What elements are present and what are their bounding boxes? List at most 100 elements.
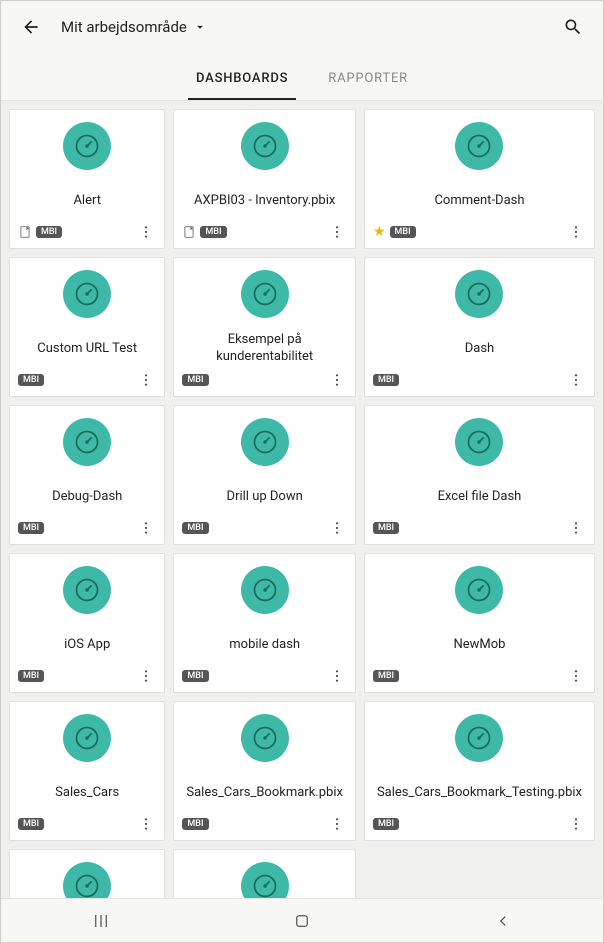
recents-button[interactable] bbox=[71, 906, 131, 936]
card-more-button[interactable] bbox=[327, 666, 347, 686]
gauge-icon bbox=[73, 280, 101, 308]
workspace-selector[interactable]: Mit arbejdsområde bbox=[61, 18, 207, 36]
card-footer: MBI bbox=[182, 810, 347, 834]
dashboard-card[interactable]: Eksempel på kunderentabilitetMBI bbox=[173, 257, 356, 397]
dashboard-card[interactable]: Debug-DashMBI bbox=[9, 405, 165, 545]
footer-icons: MBI bbox=[373, 374, 399, 386]
more-vert-icon bbox=[138, 224, 154, 240]
card-footer: MBI bbox=[373, 810, 586, 834]
card-more-button[interactable] bbox=[136, 666, 156, 686]
gauge-icon bbox=[73, 428, 101, 456]
footer-icons: MBI bbox=[18, 818, 44, 830]
footer-icons: MBI bbox=[18, 522, 44, 534]
mbi-badge: MBI bbox=[18, 670, 44, 682]
card-more-button[interactable] bbox=[136, 222, 156, 242]
mbi-badge: MBI bbox=[182, 670, 208, 682]
card-more-button[interactable] bbox=[136, 814, 156, 834]
more-vert-icon bbox=[568, 520, 584, 536]
gauge-icon bbox=[251, 872, 279, 898]
dashboard-icon bbox=[455, 566, 503, 614]
dashboard-card[interactable]: Drill up DownMBI bbox=[173, 405, 356, 545]
tabs: DASHBOARDS RAPPORTER bbox=[1, 53, 603, 101]
dashboard-card[interactable] bbox=[9, 849, 165, 898]
more-vert-icon bbox=[568, 816, 584, 832]
mbi-badge: MBI bbox=[373, 818, 399, 830]
recents-icon bbox=[92, 912, 110, 930]
card-more-button[interactable] bbox=[566, 666, 586, 686]
dashboard-card[interactable] bbox=[173, 849, 356, 898]
card-more-button[interactable] bbox=[566, 518, 586, 538]
card-more-button[interactable] bbox=[566, 370, 586, 390]
card-more-button[interactable] bbox=[566, 814, 586, 834]
dashboard-icon bbox=[241, 270, 289, 318]
tab-dashboards[interactable]: DASHBOARDS bbox=[188, 61, 296, 100]
card-more-button[interactable] bbox=[327, 222, 347, 242]
card-footer: MBI bbox=[182, 514, 347, 538]
mobile-layout-icon bbox=[182, 225, 196, 239]
dashboard-card[interactable]: Alert MBI bbox=[9, 109, 165, 249]
dashboard-title: Custom URL Test bbox=[33, 332, 141, 366]
dashboard-icon bbox=[63, 418, 111, 466]
dashboard-card[interactable]: mobile dash MBI bbox=[173, 553, 356, 693]
dashboard-card[interactable]: Excel file DashMBI bbox=[364, 405, 595, 545]
gauge-icon bbox=[465, 724, 493, 752]
dashboard-title: Excel file Dash bbox=[434, 480, 526, 514]
dashboard-title: Drill up Down bbox=[223, 480, 307, 514]
back-button[interactable] bbox=[17, 13, 45, 41]
more-vert-icon bbox=[138, 668, 154, 684]
nav-back-button[interactable] bbox=[473, 906, 533, 936]
footer-icons: MBI bbox=[182, 374, 208, 386]
dashboard-icon bbox=[241, 714, 289, 762]
dashboard-icon bbox=[455, 714, 503, 762]
dashboard-icon bbox=[241, 862, 289, 898]
dashboard-icon bbox=[241, 418, 289, 466]
dashboard-card[interactable]: Sales_Cars_Bookmark.pbixMBI bbox=[173, 701, 356, 841]
card-more-button[interactable] bbox=[327, 518, 347, 538]
card-more-button[interactable] bbox=[327, 814, 347, 834]
dashboard-icon bbox=[455, 270, 503, 318]
dashboard-card[interactable]: iOS AppMBI bbox=[9, 553, 165, 693]
gauge-icon bbox=[251, 280, 279, 308]
footer-icons: ★MBI bbox=[373, 224, 416, 240]
dashboard-card[interactable]: Dash MBI bbox=[364, 257, 595, 397]
tab-reports[interactable]: RAPPORTER bbox=[320, 61, 416, 100]
card-footer: MBI bbox=[18, 662, 156, 686]
workspace-title: Mit arbejdsområde bbox=[61, 18, 187, 36]
more-vert-icon bbox=[568, 224, 584, 240]
mbi-badge: MBI bbox=[18, 818, 44, 830]
search-icon bbox=[563, 17, 583, 37]
dashboard-card[interactable]: AXPBI03 - Inventory.pbix MBI bbox=[173, 109, 356, 249]
search-button[interactable] bbox=[559, 13, 587, 41]
mbi-badge: MBI bbox=[390, 226, 416, 238]
dashboard-card[interactable]: NewMob MBI bbox=[364, 553, 595, 693]
card-more-button[interactable] bbox=[136, 370, 156, 390]
more-vert-icon bbox=[138, 816, 154, 832]
dashboard-title: Sales_Cars_Bookmark_Testing.pbix bbox=[373, 776, 586, 810]
mbi-badge: MBI bbox=[200, 226, 226, 238]
dashboard-card[interactable]: Sales_CarsMBI bbox=[9, 701, 165, 841]
dashboard-card[interactable]: Custom URL TestMBI bbox=[9, 257, 165, 397]
footer-icons: MBI bbox=[182, 818, 208, 830]
dashboard-grid: Alert MBI AXPBI03 - Inventory.pbix MBI C… bbox=[1, 101, 603, 898]
card-more-button[interactable] bbox=[136, 518, 156, 538]
more-vert-icon bbox=[329, 372, 345, 388]
dashboard-card[interactable]: Sales_Cars_Bookmark_Testing.pbix MBI bbox=[364, 701, 595, 841]
footer-icons: MBI bbox=[182, 225, 226, 239]
gauge-icon bbox=[73, 724, 101, 752]
card-more-button[interactable] bbox=[566, 222, 586, 242]
home-button[interactable] bbox=[272, 906, 332, 936]
mbi-badge: MBI bbox=[373, 670, 399, 682]
dashboard-icon bbox=[63, 566, 111, 614]
dashboard-title: NewMob bbox=[449, 628, 509, 662]
footer-icons: MBI bbox=[182, 670, 208, 682]
footer-icons: MBI bbox=[18, 670, 44, 682]
more-vert-icon bbox=[568, 668, 584, 684]
chevron-left-icon bbox=[494, 912, 512, 930]
dashboard-title: mobile dash bbox=[225, 628, 304, 662]
dashboard-title: Dash bbox=[461, 332, 498, 366]
gauge-icon bbox=[251, 576, 279, 604]
gauge-icon bbox=[465, 280, 493, 308]
more-vert-icon bbox=[329, 520, 345, 536]
dashboard-card[interactable]: Comment-Dash★MBI bbox=[364, 109, 595, 249]
card-more-button[interactable] bbox=[327, 370, 347, 390]
